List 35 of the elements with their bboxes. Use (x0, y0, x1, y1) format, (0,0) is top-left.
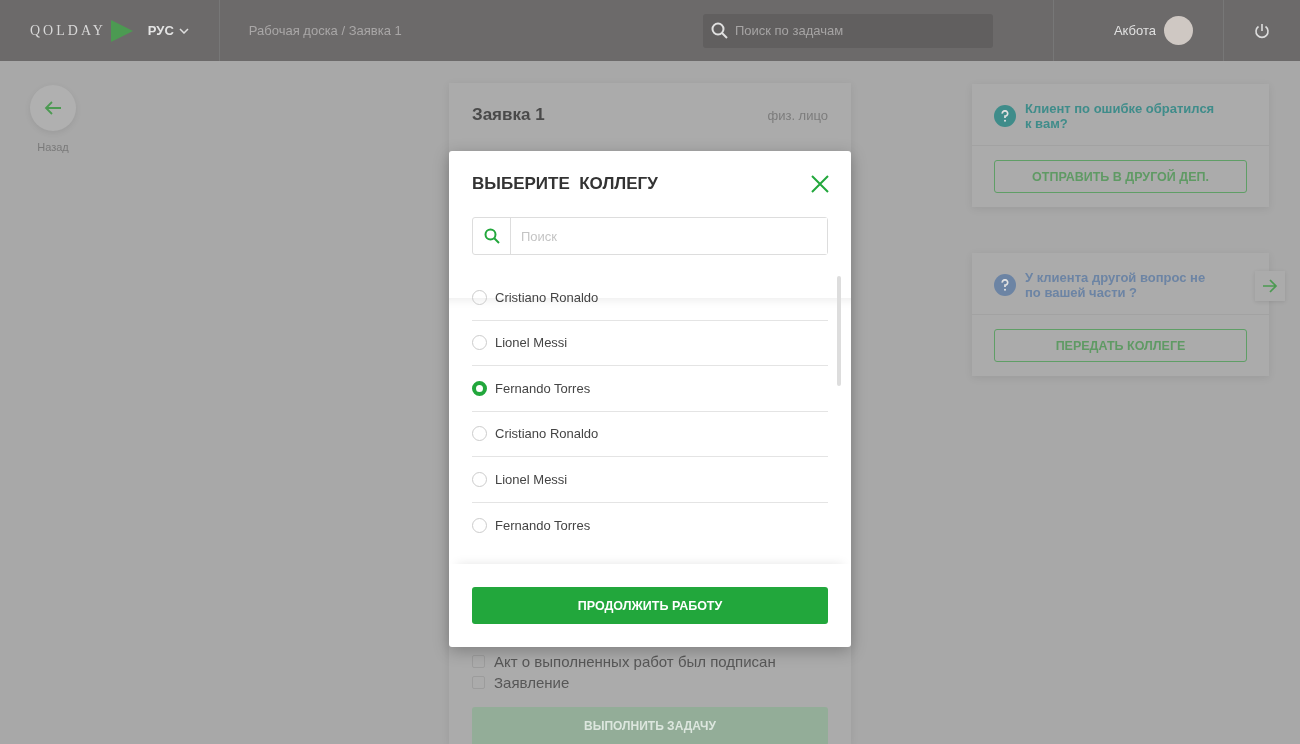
search-field[interactable]: Поиск (472, 217, 828, 255)
colleague-name: Cristiano Ronaldo (495, 289, 599, 305)
colleague-name: Fernando Torres (495, 517, 591, 533)
checkbox[interactable] (472, 655, 485, 668)
task-title: Заявка 1 (472, 105, 545, 125)
language-selector[interactable]: РУС (147, 23, 189, 38)
avatar[interactable] (1164, 16, 1193, 45)
arrow-right-icon (1262, 279, 1278, 293)
colleague-name: Cristiano Ronaldo (495, 426, 599, 442)
colleague-option[interactable]: Lionel Messi (472, 457, 828, 503)
colleague-option[interactable]: Fernando Torres (472, 366, 828, 412)
scrollbar[interactable] (837, 276, 841, 386)
colleague-name: Fernando Torres (495, 380, 591, 396)
back-button[interactable] (30, 85, 76, 131)
logo-text: QOLDAY (30, 22, 106, 39)
user-name: Акбота (1113, 23, 1156, 38)
colleague-option[interactable]: Cristiano Ronaldo (472, 411, 828, 457)
colleague-name: Lionel Messi (495, 335, 568, 351)
arrow-left-icon (44, 100, 62, 116)
search-icon (710, 21, 729, 40)
checklist-label: Заявление (494, 674, 570, 691)
modal-title: ВЫБЕРИТЕ КОЛЛЕГУ (472, 174, 658, 194)
colleague-option[interactable]: Fernando Torres (472, 502, 828, 548)
checklist-label: Акт о выполненных работ был подписан (494, 653, 776, 670)
colleague-option[interactable]: Lionel Messi (472, 320, 828, 366)
colleague-option[interactable]: Cristiano Ronaldo (472, 275, 828, 321)
colleague-name: Lionel Messi (495, 471, 568, 487)
search-icon (483, 228, 500, 244)
radio-button[interactable] (472, 380, 487, 396)
question-text: Клиент по ошибке обратился к вам? (1025, 101, 1215, 131)
power-icon[interactable] (1254, 22, 1270, 39)
question-text: У клиента другой вопрос не по вашей части ? (1025, 270, 1207, 300)
chevron-down-icon (178, 27, 189, 34)
next-button[interactable] (1255, 271, 1285, 301)
search-field[interactable]: Поиск по задачам (702, 13, 993, 48)
